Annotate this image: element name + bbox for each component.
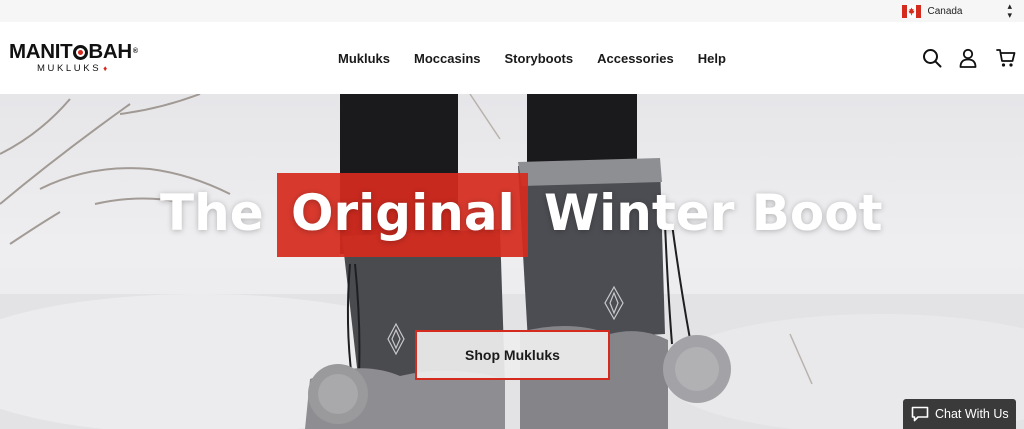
logo-sub-text: MUKLUKS	[37, 63, 102, 74]
up-down-arrows-icon: ▴ ▾	[1007, 1, 1012, 20]
hero-headline: The Original Winter Boot	[0, 173, 1024, 257]
maple-leaf-icon: ♦	[103, 64, 108, 73]
headline-word-the: The	[160, 184, 264, 242]
main-nav: Mukluks Moccasins Storyboots Accessories…	[338, 22, 726, 94]
country-selector[interactable]: Canada ▴ ▾	[902, 2, 1012, 20]
cart-icon[interactable]	[996, 48, 1016, 68]
chat-bubble-icon	[911, 406, 929, 422]
manitobah-logo[interactable]: MANIT BAH ® MUKLUKS ♦	[9, 40, 169, 76]
headline-word-winter-boot: Winter Boot	[544, 184, 883, 242]
country-name: Canada	[927, 5, 963, 17]
logo-text-part2: BAH	[88, 40, 132, 63]
account-icon[interactable]	[958, 48, 978, 68]
hero-banner: The Original Winter Boot Shop Mukluks	[0, 94, 1024, 429]
chat-label: Chat With Us	[935, 407, 1009, 421]
logo-o-mark-icon	[72, 44, 88, 60]
chat-widget-button[interactable]: Chat With Us	[903, 399, 1016, 429]
search-icon[interactable]	[922, 48, 942, 68]
nav-item-mukluks[interactable]: Mukluks	[338, 51, 390, 66]
nav-item-storyboots[interactable]: Storyboots	[505, 51, 574, 66]
site-header: MANIT BAH ® MUKLUKS ♦ Mukluks Moccasins Sto…	[0, 22, 1024, 94]
logo-subtitle: MUKLUKS ♦	[37, 63, 169, 74]
nav-item-help[interactable]: Help	[698, 51, 726, 66]
registered-mark: ®	[132, 48, 138, 55]
nav-item-moccasins[interactable]: Moccasins	[414, 51, 480, 66]
shop-mukluks-button[interactable]: Shop Mukluks	[415, 330, 610, 380]
logo-wordmark: MANIT BAH ®	[9, 40, 169, 63]
utility-bar: Canada ▴ ▾	[0, 0, 1024, 22]
logo-text-part1: MANIT	[9, 40, 73, 63]
headline-word-original: Original	[291, 184, 515, 242]
canada-flag-icon	[902, 4, 922, 18]
nav-item-accessories[interactable]: Accessories	[597, 51, 674, 66]
